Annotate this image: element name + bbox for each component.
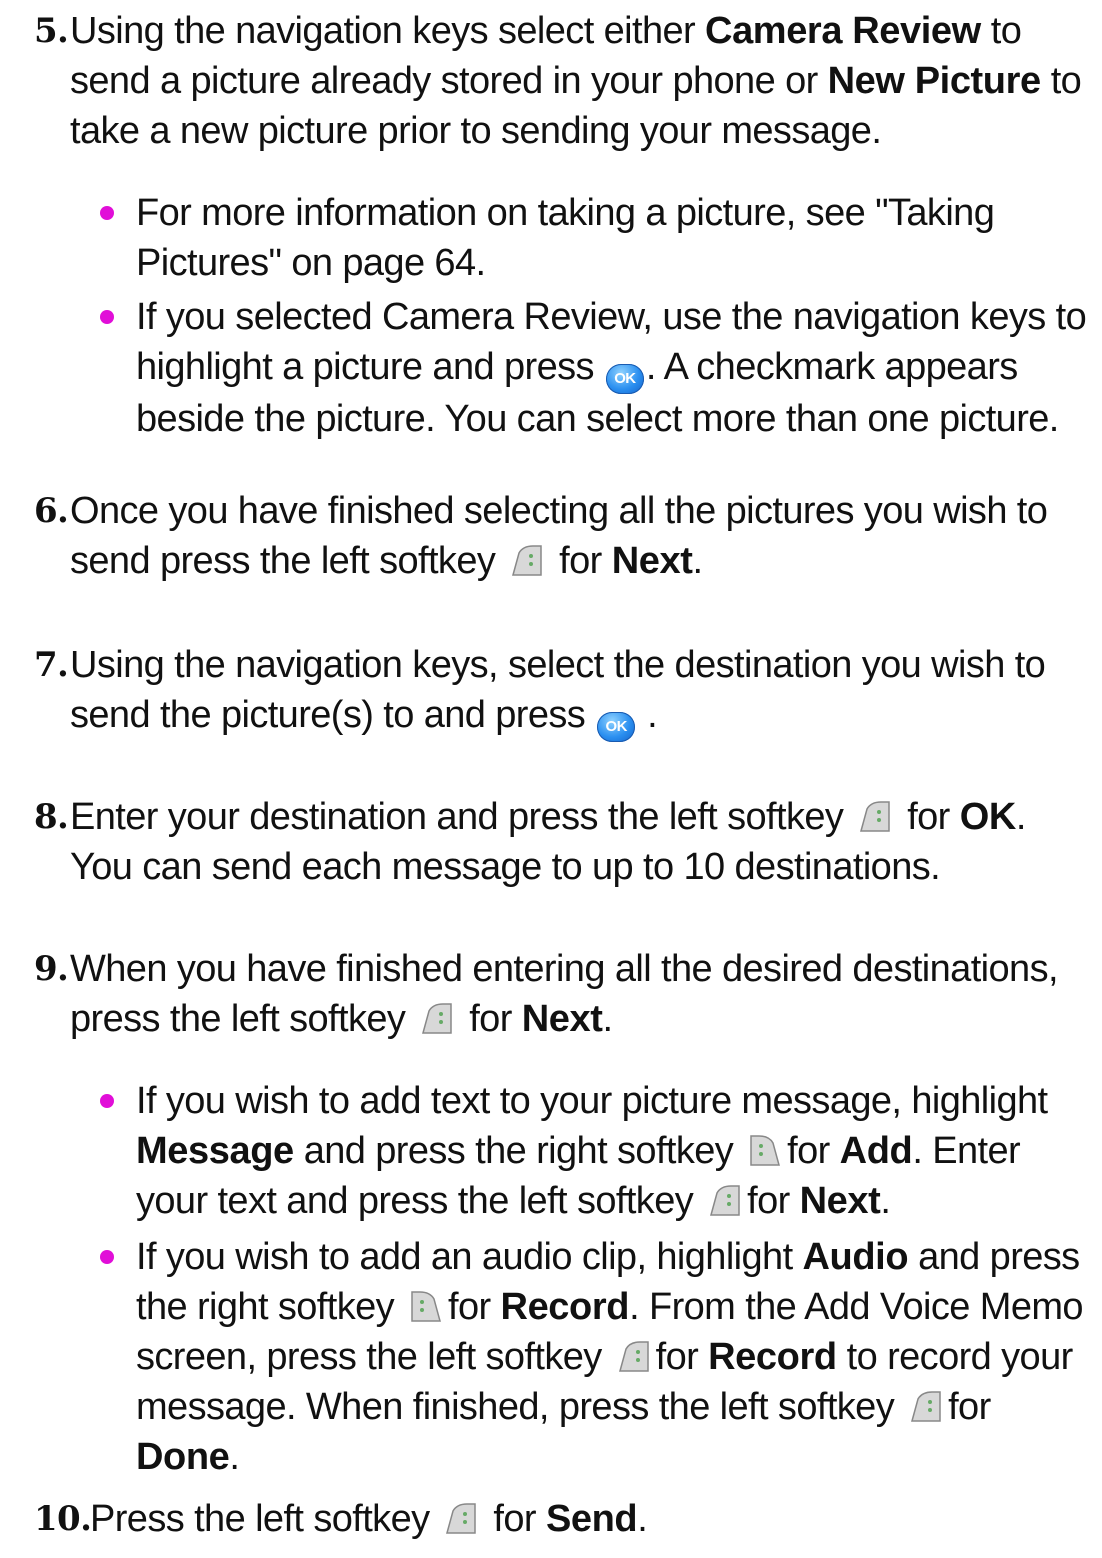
- step-number: 8.: [34, 797, 69, 837]
- step-number: 10.: [34, 1499, 92, 1539]
- left-softkey-icon: [707, 1183, 743, 1219]
- step-number: 9.: [34, 949, 69, 989]
- step-9: 9. When you have finished entering all t…: [34, 944, 1092, 1044]
- step-number: 5.: [34, 11, 69, 51]
- step-7: 7. Using the navigation keys, select the…: [34, 640, 1092, 742]
- step-10: 10. Press the left softkey for Send.: [34, 1494, 1092, 1544]
- right-softkey-icon: [408, 1289, 444, 1325]
- right-softkey-icon: [747, 1133, 783, 1169]
- left-softkey-icon: [419, 1001, 455, 1037]
- bullet-item: If you wish to add text to your picture …: [100, 1076, 1092, 1226]
- left-softkey-icon: [857, 799, 893, 835]
- camera-review-term: Camera Review: [705, 10, 981, 52]
- bullet-dot: [100, 206, 114, 220]
- step-5: 5. Using the navigation keys select eith…: [34, 6, 1092, 156]
- left-softkey-icon: [616, 1339, 652, 1375]
- left-softkey-icon: [509, 543, 545, 579]
- new-picture-term: New Picture: [827, 60, 1042, 102]
- bullet-dot: [100, 310, 114, 324]
- step-6: 6. Once you have finished selecting all …: [34, 486, 1092, 586]
- manual-page: 5. Using the navigation keys select eith…: [0, 0, 1102, 1558]
- ok-button-icon: OK: [605, 364, 644, 394]
- bullet-item: If you wish to add an audio clip, highli…: [100, 1232, 1092, 1482]
- left-softkey-icon: [908, 1389, 944, 1425]
- ok-button-icon: OK: [597, 712, 636, 742]
- bullet-dot: [100, 1094, 114, 1108]
- bullet-item: If you selected Camera Review, use the n…: [100, 292, 1092, 444]
- step-text: Using the navigation keys select either …: [70, 10, 1082, 152]
- bullet-dot: [100, 1250, 114, 1264]
- step-number: 7.: [34, 645, 69, 685]
- bullet-item: For more information on taking a picture…: [100, 188, 1092, 288]
- step-8: 8. Enter your destination and press the …: [34, 792, 1092, 892]
- step-number: 6.: [34, 491, 69, 531]
- left-softkey-icon: [443, 1501, 479, 1537]
